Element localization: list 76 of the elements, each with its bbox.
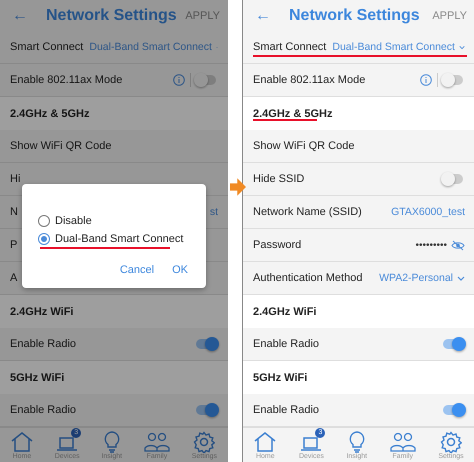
chevron-down-icon xyxy=(458,44,465,50)
settings-icon xyxy=(440,431,462,453)
people-icon xyxy=(144,432,170,452)
back-button[interactable]: ← xyxy=(12,6,28,25)
dropdown-value[interactable]: Dual-Band Smart Connect xyxy=(332,41,455,54)
settings-row[interactable]: Enable Radio xyxy=(243,394,474,428)
settings-row[interactable]: Smart Connect Dual-Band Smart Connect xyxy=(0,31,228,64)
eye-slash-icon[interactable] xyxy=(451,240,465,251)
toggle-switch[interactable] xyxy=(196,339,216,350)
settings-row[interactable]: Smart Connect Dual-Band Smart Connect xyxy=(243,31,474,64)
settings-row[interactable]: Show WiFi QR Code xyxy=(243,130,474,164)
row-label: A xyxy=(10,272,18,284)
toggle-switch[interactable] xyxy=(196,405,216,416)
option-label: Dual-Band Smart Connect xyxy=(55,233,184,245)
info-icon[interactable] xyxy=(420,74,432,86)
row-value: GTAX6000_test xyxy=(391,206,465,218)
row-label: Smart Connect xyxy=(253,41,326,54)
row-label: Hide SSID xyxy=(253,173,306,186)
row-label: Enable Radio xyxy=(253,338,320,350)
row-label: Password xyxy=(253,239,302,252)
home-icon xyxy=(10,432,33,452)
row-label: N xyxy=(10,206,19,218)
toggle-switch[interactable] xyxy=(443,75,463,86)
dialog-button[interactable]: Cancel xyxy=(116,260,158,280)
chevron-down-icon xyxy=(457,276,465,281)
radio-button[interactable] xyxy=(38,233,50,245)
row-label: P xyxy=(10,239,18,252)
dialog-button[interactable]: OK xyxy=(168,260,192,280)
back-button[interactable]: ← xyxy=(255,6,271,25)
settings-row[interactable]: Network Name (SSID) GTAX6000_test xyxy=(243,196,474,230)
settings-row[interactable]: Enable 802.11ax Mode xyxy=(243,64,474,98)
row-label: 5GHz WiFi xyxy=(10,372,66,384)
settings-row[interactable]: Password ••••••••• xyxy=(243,229,474,262)
row-label: Network Name (SSID) xyxy=(253,206,363,218)
toggle-switch[interactable] xyxy=(443,174,463,184)
row-label: Enable Radio xyxy=(10,404,78,416)
row-label: Enable 802.11ax Mode xyxy=(10,74,124,86)
apply-button[interactable]: APPLY xyxy=(432,10,467,22)
screen-title: Network Settings xyxy=(289,6,421,25)
settings-row[interactable]: Enable Radio xyxy=(0,394,228,428)
settings-row[interactable]: Enable 802.11ax Mode xyxy=(0,64,228,98)
row-label: Enable Radio xyxy=(253,404,320,416)
people-icon xyxy=(390,432,416,452)
row-label: Enable Radio xyxy=(10,338,78,350)
toggle-switch[interactable] xyxy=(196,75,216,86)
row-label: 2.4GHz WiFi xyxy=(10,306,74,318)
dropdown-value[interactable]: Dual-Band Smart Connect xyxy=(89,41,212,54)
row-value: st xyxy=(210,206,218,218)
toggle-switch[interactable] xyxy=(443,405,463,416)
home-icon xyxy=(254,432,276,452)
option-label: Disable xyxy=(55,215,92,227)
apply-button[interactable]: APPLY xyxy=(185,10,220,22)
screen-title: Network Settings xyxy=(46,6,178,25)
password-value: ••••••••• xyxy=(415,240,447,251)
row-label: Show WiFi QR Code xyxy=(253,140,356,152)
settings-icon xyxy=(193,431,216,453)
row-label: Show WiFi QR Code xyxy=(10,140,112,152)
toggle-switch[interactable] xyxy=(443,339,463,350)
settings-row[interactable]: Enable Radio xyxy=(0,328,228,362)
dropdown-value[interactable]: WPA2-Personal xyxy=(379,272,453,284)
row-label: Enable 802.11ax Mode xyxy=(253,74,366,86)
settings-row[interactable]: Authentication Method WPA2-Personal xyxy=(243,262,474,296)
radio-button[interactable] xyxy=(38,215,50,227)
row-label: 2.4GHz & 5GHz xyxy=(10,108,90,120)
row-label: 2.4GHz & 5GHz xyxy=(253,108,334,120)
info-icon[interactable] xyxy=(173,74,185,86)
row-label: Hi xyxy=(10,173,22,186)
lightbulb-icon xyxy=(348,431,365,453)
settings-row[interactable]: Enable Radio xyxy=(243,328,474,362)
lightbulb-icon xyxy=(104,431,120,453)
row-label: 5GHz WiFi xyxy=(253,372,308,384)
row-label: 2.4GHz WiFi xyxy=(253,306,318,318)
row-label: Authentication Method xyxy=(253,272,364,284)
row-label: Smart Connect xyxy=(10,41,84,54)
settings-row[interactable]: Show WiFi QR Code xyxy=(0,130,228,164)
settings-row[interactable]: Hide SSID xyxy=(243,163,474,196)
